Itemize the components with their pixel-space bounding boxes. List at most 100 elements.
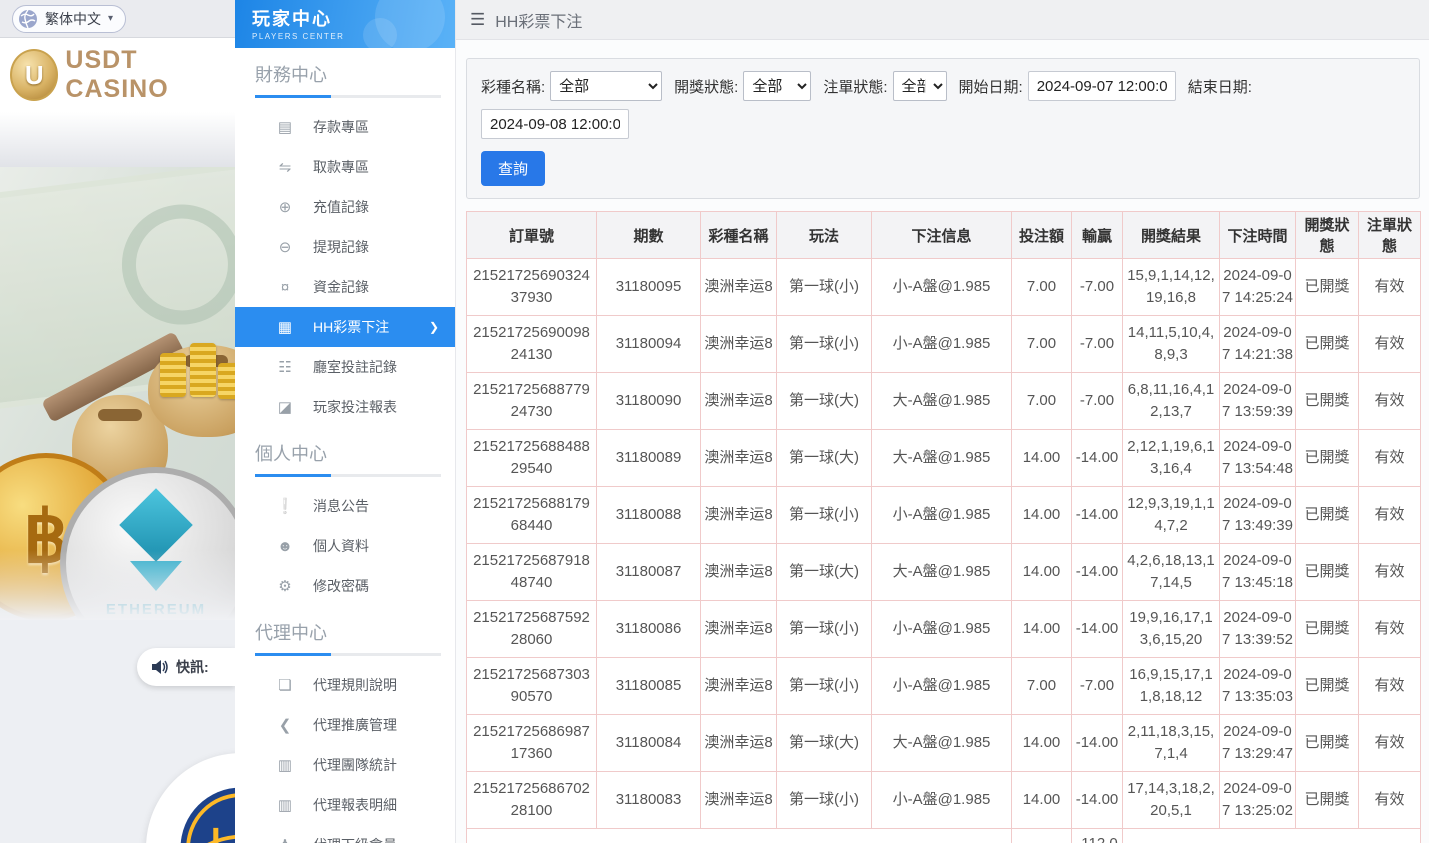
table-row: 215217256887792473031180090澳洲幸运8第一球(大)大-… — [467, 373, 1421, 430]
cell-play-type: 第一球(大) — [777, 715, 872, 772]
sidebar-item[interactable]: ☷廳室投註記錄 — [235, 347, 455, 387]
cell-draw-result: 15,9,1,14,12,19,16,8 — [1123, 259, 1220, 316]
sidebar-item[interactable]: ◪玩家投注報表 — [235, 387, 455, 427]
cell-period: 31180086 — [597, 601, 701, 658]
floating-team-badge[interactable] — [146, 753, 235, 843]
hamburger-menu-icon[interactable]: ☰ — [470, 10, 485, 30]
sidebar-item-label: 提現記錄 — [313, 237, 369, 257]
column-header: 期數 — [597, 212, 701, 259]
cell-win-loss: -14.00 — [1072, 487, 1123, 544]
sidebar-item[interactable]: ❏代理規則說明 — [235, 665, 455, 705]
language-selector[interactable]: 繁体中文 ▾ — [12, 5, 126, 33]
sidebar-item-label: 消息公告 — [313, 496, 369, 516]
ethereum-diamond-bottom — [130, 561, 182, 591]
sidebar-item[interactable]: ▥代理團隊統計 — [235, 745, 455, 785]
sidebar-item[interactable]: ▤存款專區 — [235, 107, 455, 147]
left-bottom-area: 快訊: — [0, 620, 235, 843]
column-header: 下注信息 — [872, 212, 1012, 259]
sidebar-item-label: 資金記錄 — [313, 277, 369, 297]
password-icon: ⚙ — [275, 577, 295, 595]
bill-ring — [115, 198, 235, 332]
section-title: 個人中心 — [255, 440, 455, 466]
cell-bet-time: 2024-09-07 13:49:39 — [1220, 487, 1296, 544]
table-row: 215217256881796844031180088澳洲幸运8第一球(小)小-… — [467, 487, 1421, 544]
cell-lottery-name: 澳洲幸运8 — [701, 772, 777, 829]
cell-draw-result: 2,11,18,3,15,7,1,4 — [1123, 715, 1220, 772]
sidebar: 玩家中心 PLAYERS CENTER 財務中心▤存款專區⇋取款專區⊕充值記錄⊖… — [235, 0, 456, 843]
cell-order-status: 有效 — [1359, 544, 1421, 601]
cell-draw-status: 已開獎 — [1296, 658, 1359, 715]
cell-draw-result: 16,9,15,17,11,8,18,12 — [1123, 658, 1220, 715]
start-date-input[interactable] — [1028, 71, 1176, 101]
order-status-select[interactable]: 全部 — [893, 71, 947, 101]
cell-draw-result: 6,8,11,16,4,12,13,7 — [1123, 373, 1220, 430]
cell-win-loss: -14.00 — [1072, 544, 1123, 601]
page-summary-winloss: -112.00 — [1072, 829, 1123, 843]
cell-bet-time: 2024-09-07 13:25:02 — [1220, 772, 1296, 829]
column-header: 開獎狀態 — [1296, 212, 1359, 259]
bill-serial-text: KB 46279 — [70, 566, 189, 594]
cell-order-no: 2152172569032437930 — [467, 259, 597, 316]
cell-play-type: 第一球(小) — [777, 487, 872, 544]
sidebar-item[interactable]: ¤資金記錄 — [235, 267, 455, 307]
cell-order-status: 有效 — [1359, 316, 1421, 373]
sidebar-item[interactable]: ⊖提現記錄 — [235, 227, 455, 267]
cell-win-loss: -14.00 — [1072, 430, 1123, 487]
cell-period: 31180085 — [597, 658, 701, 715]
cell-lottery-name: 澳洲幸运8 — [701, 544, 777, 601]
sidebar-nav: 財務中心▤存款專區⇋取款專區⊕充值記錄⊖提現記錄¤資金記錄▦HH彩票下注❯☷廳室… — [235, 61, 455, 843]
table-row: 215217256903243793031180095澳洲幸运8第一球(小)小-… — [467, 259, 1421, 316]
cell-bet-info: 小-A盤@1.985 — [872, 772, 1012, 829]
cell-bet-time: 2024-09-07 13:39:52 — [1220, 601, 1296, 658]
profile-icon: ☻ — [275, 538, 295, 555]
sidebar-item[interactable]: ⊕充值記錄 — [235, 187, 455, 227]
sidebar-item[interactable]: ⚙ 修改密碼 — [235, 566, 455, 606]
cell-draw-result: 2,12,1,19,6,13,16,4 — [1123, 430, 1220, 487]
end-date-input[interactable] — [481, 109, 629, 139]
sidebar-item[interactable]: ☻個人資料 — [235, 526, 455, 566]
cell-bet-amount: 14.00 — [1012, 772, 1072, 829]
sidebar-item[interactable]: ▦HH彩票下注❯ — [235, 307, 455, 347]
cell-draw-status: 已開獎 — [1296, 772, 1359, 829]
sidebar-item[interactable]: ❕消息公告 — [235, 486, 455, 526]
player-bet-report-icon: ◪ — [275, 398, 295, 416]
order-status-label: 注單狀態: — [823, 76, 887, 97]
cell-order-no: 2152172568791848740 — [467, 544, 597, 601]
sidebar-item[interactable]: ▥代理報表明細 — [235, 785, 455, 825]
column-header: 玩法 — [777, 212, 872, 259]
cell-draw-status: 已開獎 — [1296, 544, 1359, 601]
sidebar-item-label: 修改密碼 — [313, 576, 369, 596]
bitcoin-symbol: ฿ — [23, 495, 69, 579]
cell-period: 31180083 — [597, 772, 701, 829]
cell-order-status: 有效 — [1359, 658, 1421, 715]
draw-status-select[interactable]: 全部 — [743, 71, 811, 101]
lottery-name-select[interactable]: 全部 — [550, 71, 662, 101]
lottery-name-label: 彩種名稱: — [481, 76, 545, 97]
cell-draw-result: 19,9,16,17,13,6,15,20 — [1123, 601, 1220, 658]
cell-play-type: 第一球(小) — [777, 658, 872, 715]
cell-draw-status: 已開獎 — [1296, 259, 1359, 316]
sidebar-item-label: HH彩票下注 — [313, 317, 389, 337]
table-row: 215217256875922806031180086澳洲幸运8第一球(小)小-… — [467, 601, 1421, 658]
table-row: 215217256879184874031180087澳洲幸运8第一球(大)大-… — [467, 544, 1421, 601]
sidebar-item-label: 代理團隊統計 — [313, 755, 397, 775]
cell-bet-info: 大-A盤@1.985 — [872, 373, 1012, 430]
sidebar-item[interactable]: ⇋取款專區 — [235, 147, 455, 187]
cell-period: 31180090 — [597, 373, 701, 430]
agent-promo-icon: ❮ — [275, 716, 295, 734]
search-button[interactable]: 查詢 — [481, 151, 545, 186]
sidebar-header: 玩家中心 PLAYERS CENTER — [235, 0, 455, 48]
cell-period: 31180089 — [597, 430, 701, 487]
sidebar-item[interactable]: ❮代理推廣管理 — [235, 705, 455, 745]
cell-period: 31180088 — [597, 487, 701, 544]
cell-order-status: 有效 — [1359, 772, 1421, 829]
cell-bet-time: 2024-09-07 13:59:39 — [1220, 373, 1296, 430]
sidebar-item[interactable]: ♟代理下級會員 — [235, 825, 455, 843]
cell-play-type: 第一球(小) — [777, 259, 872, 316]
deposit-icon: ▤ — [275, 118, 295, 136]
coin-stack-graphic — [190, 343, 216, 397]
cell-order-no: 2152172568877924730 — [467, 373, 597, 430]
globe-icon — [18, 9, 38, 29]
cell-bet-amount: 14.00 — [1012, 430, 1072, 487]
fade-strip — [0, 112, 235, 167]
